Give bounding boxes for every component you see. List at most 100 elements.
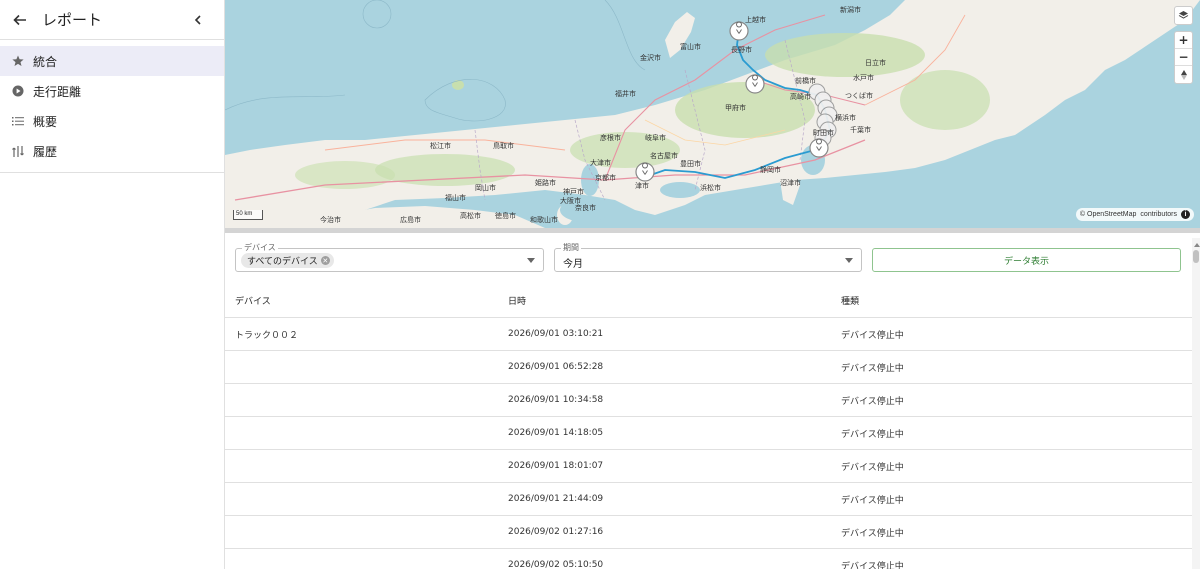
map-city-label: 大津市 — [590, 158, 611, 167]
sidebar-item-summary[interactable]: 概要 — [0, 106, 224, 136]
chevron-down-icon[interactable] — [845, 258, 853, 263]
cell-datetime: 2026/09/01 14:18:05 — [508, 428, 604, 438]
report-filters: デバイス すべてのデバイス ✕ 期間 今月 データ表示 — [225, 233, 1200, 283]
map-city-label: 和歌山市 — [530, 215, 558, 224]
map-city-label: 沼津市 — [780, 178, 801, 187]
column-header-device: デバイス — [235, 296, 271, 307]
map-view[interactable]: 長野市 金沢市 富山市 福井市 前橋市 高崎市 つくば市 千葉市 横浜市 町田市… — [225, 0, 1200, 228]
report-table: デバイス 日時 種類 トラック００２ 2026/09/01 03:10:21 デバイ… — [225, 283, 1192, 569]
map-city-label: 浜松市 — [700, 183, 721, 192]
attribution-text[interactable]: © OpenStreetMap — [1080, 211, 1137, 218]
cell-datetime: 2026/09/02 01:27:16 — [508, 527, 604, 537]
cell-datetime: 2026/09/01 10:34:58 — [508, 395, 604, 405]
map-city-label: 今治市 — [320, 215, 341, 224]
cell-datetime: 2026/09/01 21:44:09 — [508, 494, 604, 504]
chevron-down-icon[interactable] — [527, 258, 535, 263]
map-city-label: 京都市 — [595, 173, 616, 182]
sidebar-item-history[interactable]: 履歴 — [0, 136, 224, 166]
zoom-out-button[interactable]: − — [1175, 49, 1192, 66]
map-city-label: 福山市 — [445, 193, 466, 202]
zoom-control: + − — [1174, 31, 1193, 84]
map-city-label: 日立市 — [865, 58, 886, 67]
cell-datetime: 2026/09/01 18:01:07 — [508, 461, 604, 471]
scroll-up-icon[interactable] — [1194, 243, 1200, 247]
cell-type: デバイス停止中 — [841, 561, 904, 569]
device-chip[interactable]: すべてのデバイス ✕ — [241, 253, 334, 268]
cell-type: デバイス停止中 — [841, 495, 904, 506]
map-city-label: 千葉市 — [850, 125, 871, 134]
device-select[interactable]: デバイス すべてのデバイス ✕ — [235, 243, 544, 272]
map-city-label: 前橋市 — [795, 76, 816, 85]
map-city-label: 長野市 — [731, 45, 752, 54]
sidebar-item-combined[interactable]: 統合 — [0, 46, 224, 76]
period-label: 期間 — [561, 243, 581, 253]
table-row[interactable]: 2026/09/01 21:44:09 デバイス停止中 — [225, 483, 1192, 516]
table-row[interactable]: トラック００２ 2026/09/01 03:10:21 デバイス停止中 — [225, 318, 1192, 351]
scrollbar-thumb[interactable] — [1193, 250, 1199, 263]
map-city-label: 徳島市 — [495, 211, 516, 220]
map-city-label: 彦根市 — [600, 133, 621, 142]
table-row[interactable]: 2026/09/02 01:27:16 デバイス停止中 — [225, 516, 1192, 549]
cell-datetime: 2026/09/01 06:52:28 — [508, 362, 604, 372]
stop-marker[interactable] — [809, 138, 829, 158]
table-row[interactable]: 2026/09/01 18:01:07 デバイス停止中 — [225, 450, 1192, 483]
map-city-label: 広島市 — [400, 215, 421, 224]
compass-icon[interactable] — [1175, 66, 1192, 83]
map-city-label: 新潟市 — [840, 5, 861, 14]
sidebar-item-mileage[interactable]: 走行距離 — [0, 76, 224, 106]
star-icon — [10, 53, 26, 69]
arrow-left-icon — [13, 14, 26, 25]
table-row[interactable]: 2026/09/01 06:52:28 デバイス停止中 — [225, 351, 1192, 384]
map-city-label: 大阪市 — [560, 196, 581, 205]
sidebar-item-label: 統合 — [33, 54, 58, 69]
page-title: レポート — [42, 11, 103, 29]
table-row[interactable]: 2026/09/02 05:10:50 デバイス停止中 — [225, 549, 1192, 569]
map-city-label: 高崎市 — [790, 92, 811, 101]
map-scale: 50 km — [233, 210, 263, 220]
stop-marker[interactable] — [745, 74, 765, 94]
map-city-label: 津市 — [635, 181, 649, 190]
map-city-label: 甲府市 — [725, 103, 746, 112]
back-button[interactable] — [0, 0, 40, 40]
map-city-label: 神戸市 — [563, 187, 584, 196]
chip-remove-icon[interactable]: ✕ — [320, 256, 330, 265]
cell-device: トラック００２ — [235, 330, 299, 341]
map-city-label: 金沢市 — [640, 53, 661, 62]
chevron-left-icon — [194, 15, 201, 25]
land-noto — [665, 12, 695, 58]
cell-type: デバイス停止中 — [841, 330, 904, 341]
sidebar-item-label: 走行距離 — [33, 84, 82, 99]
layers-control[interactable] — [1174, 6, 1193, 25]
table-header: デバイス 日時 種類 — [225, 283, 1192, 318]
sidebar-item-label: 概要 — [33, 114, 58, 129]
map-city-label: つくば市 — [845, 91, 873, 100]
map-city-label: 名古屋市 — [650, 151, 678, 160]
table-row[interactable]: 2026/09/01 10:34:58 デバイス停止中 — [225, 384, 1192, 417]
column-header-datetime: 日時 — [508, 296, 527, 307]
zoom-in-button[interactable]: + — [1175, 32, 1192, 49]
device-chip-label: すべてのデバイス — [247, 257, 318, 267]
list-icon — [10, 113, 26, 129]
map-city-label: 水戸市 — [853, 73, 874, 82]
stop-marker[interactable] — [729, 21, 749, 41]
attribution-contributors[interactable]: contributors — [1140, 211, 1177, 218]
sidebar-header: レポート — [0, 0, 224, 40]
map-city-label: 高松市 — [460, 211, 481, 220]
device-label: デバイス — [242, 243, 278, 253]
layers-icon[interactable] — [1175, 7, 1192, 24]
map-canvas: 長野市 金沢市 富山市 福井市 前橋市 高崎市 つくば市 千葉市 横浜市 町田市… — [225, 0, 1200, 228]
show-data-button[interactable]: データ表示 — [872, 248, 1181, 272]
scrollbar[interactable] — [1192, 238, 1200, 569]
sidebar-item-label: 履歴 — [33, 144, 58, 159]
map-city-label: 富山市 — [680, 42, 701, 51]
map-city-label: 松江市 — [430, 141, 451, 150]
map-city-label: 町田市 — [813, 128, 834, 137]
cell-type: デバイス停止中 — [841, 462, 904, 473]
stop-marker[interactable] — [635, 162, 655, 182]
info-icon[interactable]: i — [1181, 210, 1190, 219]
route-icon — [10, 143, 26, 159]
collapse-sidebar-button[interactable] — [188, 10, 208, 30]
period-select[interactable]: 期間 今月 — [554, 243, 862, 272]
map-city-label: 岡山市 — [475, 183, 496, 192]
table-row[interactable]: 2026/09/01 14:18:05 デバイス停止中 — [225, 417, 1192, 450]
